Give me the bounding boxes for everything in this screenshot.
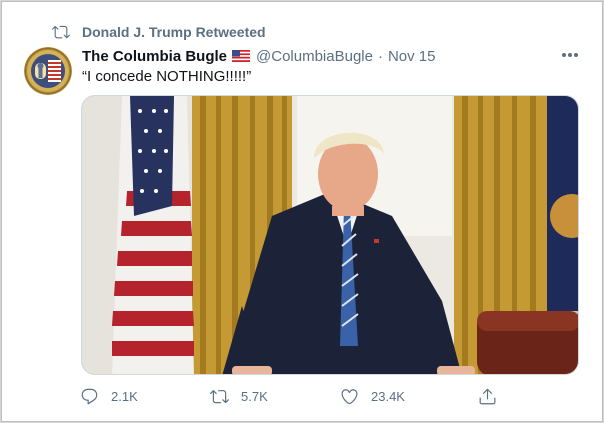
like-button[interactable]: 23.4K xyxy=(340,385,405,407)
header-separator: · xyxy=(377,47,383,65)
heart-icon xyxy=(341,388,358,404)
share-button[interactable] xyxy=(478,385,497,407)
reply-icon xyxy=(81,388,98,404)
retweet-icon xyxy=(210,389,229,403)
photo-illustration xyxy=(82,96,578,374)
more-options-icon xyxy=(562,53,578,57)
share-icon xyxy=(479,388,496,404)
more-options-button[interactable] xyxy=(560,46,580,64)
tweet-photo[interactable] xyxy=(81,95,579,375)
retweet-label[interactable]: Donald J. Trump Retweeted xyxy=(82,24,266,40)
tweet-date[interactable]: Nov 15 xyxy=(388,48,436,65)
author-handle[interactable]: @ColumbiaBugle xyxy=(256,48,373,65)
retweet-button[interactable]: 5.7K xyxy=(210,385,268,407)
tweet-text: “I concede NOTHING!!!!!” xyxy=(82,68,252,85)
us-flag-icon xyxy=(232,50,251,62)
tweet-actions: 2.1K 5.7K 23.4K xyxy=(80,385,500,407)
retweet-count: 5.7K xyxy=(241,388,268,404)
retweet-icon xyxy=(52,25,70,39)
tweet-card: Donald J. Trump Retweeted The Columbia B… xyxy=(1,1,603,422)
retweet-context: Donald J. Trump Retweeted xyxy=(52,22,266,42)
like-count: 23.4K xyxy=(371,388,405,404)
reply-button[interactable]: 2.1K xyxy=(80,385,138,407)
tweet-header: The Columbia Bugle @ColumbiaBugle · Nov … xyxy=(82,46,436,66)
author-avatar[interactable] xyxy=(24,47,72,95)
reply-count: 2.1K xyxy=(111,388,138,404)
author-name[interactable]: The Columbia Bugle xyxy=(82,48,227,65)
